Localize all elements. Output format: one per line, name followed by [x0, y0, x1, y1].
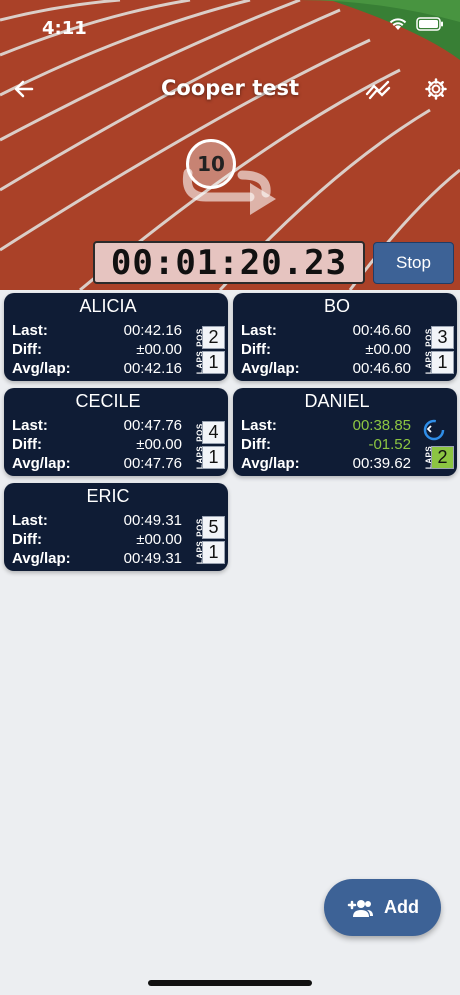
home-indicator [148, 980, 312, 986]
trend-button[interactable] [362, 73, 394, 105]
avg-lap-time: 00:49.31 [123, 550, 182, 567]
battery-icon [416, 17, 444, 36]
avg-lap-time: 00:47.76 [123, 455, 182, 472]
avg-lap-row: Avg/lap: 00:39.62 [241, 455, 411, 474]
last-lap-row: Last: 00:47.76 [12, 417, 182, 436]
last-label: Last: [241, 417, 277, 434]
last-lap-time: 00:49.31 [123, 512, 182, 529]
wifi-icon [388, 16, 408, 37]
lap-recorded-spinner-icon [423, 419, 445, 441]
avg-lap-row: Avg/lap: 00:49.31 [12, 550, 182, 569]
diff-value: ±00.00 [136, 341, 182, 358]
diff-row: Diff: ±00.00 [241, 341, 411, 360]
lap-count: 10 [186, 139, 236, 189]
laps-value: 1 [202, 351, 225, 374]
avg-lap-time: 00:39.62 [352, 455, 411, 472]
diff-row: Diff: -01.52 [241, 436, 411, 455]
laps-value: 1 [202, 446, 225, 469]
last-lap-row: Last: 00:42.16 [12, 322, 182, 341]
diff-value: ±00.00 [136, 436, 182, 453]
runner-name: ERIC [86, 486, 130, 506]
avg-lap-time: 00:42.16 [123, 360, 182, 377]
add-button-label: Add [384, 897, 419, 917]
status-bar-icons [388, 16, 444, 37]
last-lap-row: Last: 00:38.85 [241, 417, 411, 436]
diff-row: Diff: ±00.00 [12, 341, 182, 360]
last-lap-time: 00:47.76 [123, 417, 182, 434]
add-user-icon [347, 899, 373, 917]
runner-name: BO [323, 296, 350, 316]
laps-value: 1 [431, 351, 454, 374]
track-header-image: 4:11 Cooper test 10 00:01:20.23 Stop [0, 0, 460, 290]
avg-lap-time: 00:46.60 [352, 360, 411, 377]
avg-label: Avg/lap: [241, 455, 300, 472]
diff-row: Diff: ±00.00 [12, 436, 182, 455]
diff-label: Diff: [241, 436, 271, 453]
avg-lap-row: Avg/lap: 00:42.16 [12, 360, 182, 379]
lap-count-target: 10 [180, 135, 280, 220]
last-lap-row: Last: 00:46.60 [241, 322, 411, 341]
last-lap-time: 00:46.60 [352, 322, 411, 339]
diff-label: Diff: [12, 436, 42, 453]
elapsed-timer: 00:01:20.23 [93, 241, 365, 284]
runner-card[interactable]: DANIEL Last: 00:38.85 Diff: -01.52 Avg/lap: 00… [233, 388, 457, 476]
laps-value: 2 [431, 446, 454, 469]
avg-label: Avg/lap: [12, 455, 71, 472]
diff-value: -01.52 [368, 436, 411, 453]
runner-card[interactable]: CECILE Last: 00:47.76 Diff: ±00.00 Avg/lap: 00… [4, 388, 228, 476]
runner-name: ALICIA [79, 296, 137, 316]
last-label: Last: [12, 512, 48, 529]
last-label: Last: [241, 322, 277, 339]
last-lap-time: 00:42.16 [123, 322, 182, 339]
runner-name: DANIEL [304, 391, 370, 411]
last-label: Last: [12, 322, 48, 339]
avg-label: Avg/lap: [12, 550, 71, 567]
position-value: 5 [202, 516, 225, 539]
avg-label: Avg/lap: [241, 360, 300, 377]
runner-name: CECILE [75, 391, 141, 411]
add-runner-button[interactable]: Add [324, 879, 441, 936]
last-label: Last: [12, 417, 48, 434]
last-lap-time: 00:38.85 [352, 417, 411, 434]
position-value: 2 [202, 326, 225, 349]
avg-lap-row: Avg/lap: 00:47.76 [12, 455, 182, 474]
diff-label: Diff: [241, 341, 271, 358]
settings-button[interactable] [420, 73, 452, 105]
position-value: 4 [202, 421, 225, 444]
gear-icon [425, 78, 447, 100]
runner-card[interactable]: ERIC Last: 00:49.31 Diff: ±00.00 Avg/lap: 00:4… [4, 483, 228, 571]
diff-value: ±00.00 [365, 341, 411, 358]
runner-card[interactable]: ALICIA Last: 00:42.16 Diff: ±00.00 Avg/lap: 00… [4, 293, 228, 381]
last-lap-row: Last: 00:49.31 [12, 512, 182, 531]
laps-value: 1 [202, 541, 225, 564]
diff-value: ±00.00 [136, 531, 182, 548]
avg-label: Avg/lap: [12, 360, 71, 377]
avg-lap-row: Avg/lap: 00:46.60 [241, 360, 411, 379]
position-value: 3 [431, 326, 454, 349]
stop-button[interactable]: Stop [373, 242, 454, 284]
status-bar-time: 4:11 [42, 18, 87, 39]
trending-icon [365, 80, 391, 100]
diff-label: Diff: [12, 531, 42, 548]
diff-label: Diff: [12, 341, 42, 358]
runner-card[interactable]: BO Last: 00:46.60 Diff: ±00.00 Avg/lap: 00:46.… [233, 293, 457, 381]
diff-row: Diff: ±00.00 [12, 531, 182, 550]
